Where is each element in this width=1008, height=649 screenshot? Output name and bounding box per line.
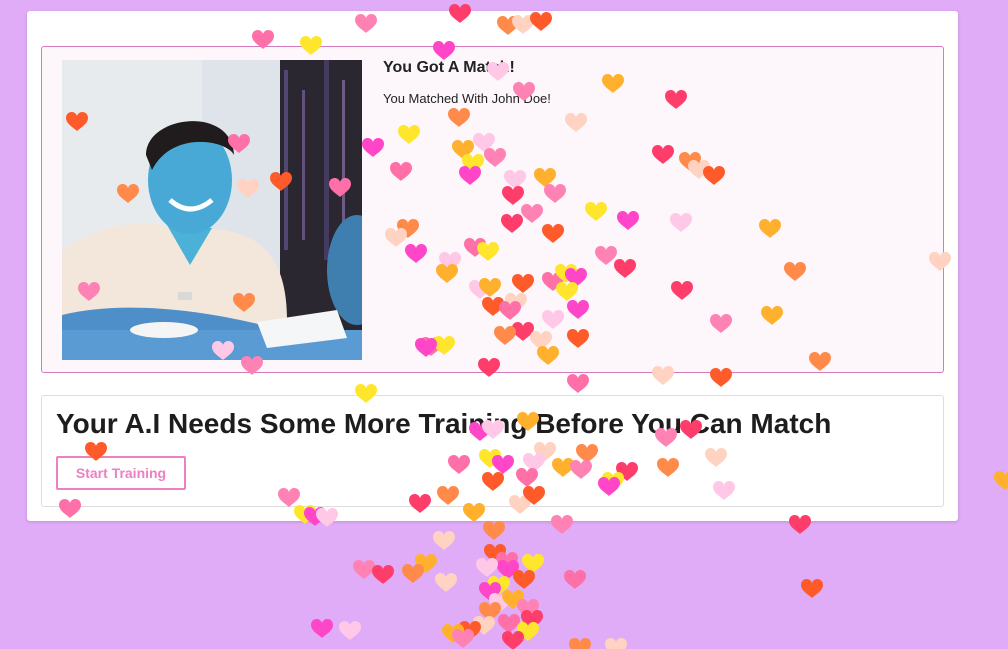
- match-photo-image: [62, 60, 362, 360]
- heart-icon: [489, 593, 511, 612]
- heart-icon: [372, 565, 394, 584]
- match-photo: [62, 60, 362, 360]
- match-panel: You Got A Match! You Matched With John D…: [41, 46, 944, 373]
- heart-icon: [522, 554, 544, 573]
- heart-icon: [479, 582, 501, 601]
- heart-icon: [502, 631, 524, 649]
- heart-icon: [521, 610, 543, 629]
- heart-icon: [483, 521, 505, 540]
- heart-icon: [459, 621, 481, 640]
- heart-icon: [435, 573, 457, 592]
- heart-icon: [353, 560, 375, 579]
- heart-icon: [415, 554, 437, 573]
- heart-icon: [442, 624, 464, 643]
- heart-icon: [502, 590, 524, 609]
- heart-icon: [484, 544, 506, 563]
- heart-icon: [473, 616, 495, 635]
- start-training-button[interactable]: Start Training: [56, 456, 186, 490]
- heart-icon: [339, 621, 361, 640]
- heart-icon: [488, 576, 510, 595]
- heart-icon: [433, 531, 455, 550]
- heart-icon: [497, 560, 519, 579]
- heart-icon: [994, 471, 1008, 490]
- heart-icon: [569, 638, 591, 649]
- heart-icon: [402, 564, 424, 583]
- heart-icon: [479, 602, 501, 621]
- training-panel: Your A.I Needs Some More Training Before…: [41, 395, 944, 507]
- heart-icon: [605, 638, 627, 649]
- heart-icon: [498, 614, 520, 633]
- heart-icon: [452, 629, 474, 648]
- heart-icon: [564, 570, 586, 589]
- heart-icon: [517, 599, 539, 618]
- match-title: You Got A Match!: [383, 59, 515, 76]
- heart-icon: [476, 558, 498, 577]
- match-card: You Got A Match! You Matched With John D…: [27, 11, 958, 521]
- match-subtitle: You Matched With John Doe!: [383, 91, 551, 106]
- heart-icon: [801, 579, 823, 598]
- heart-icon: [513, 570, 535, 589]
- training-heading: Your A.I Needs Some More Training Before…: [56, 408, 832, 439]
- heart-icon: [496, 552, 518, 571]
- heart-icon: [311, 619, 333, 638]
- heart-icon: [517, 622, 539, 641]
